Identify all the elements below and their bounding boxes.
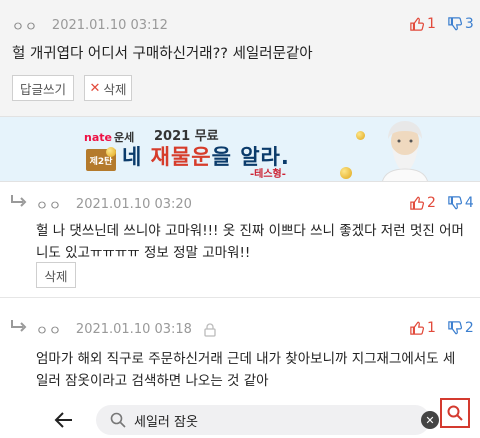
- close-icon: ✕: [89, 80, 101, 96]
- thumbs-down-icon: [448, 196, 462, 210]
- comment-text-line-2: 일러 잠옷이라고 검색하면 나오는 것 같아: [36, 373, 269, 389]
- search-bar: [0, 400, 480, 438]
- upvote-button[interactable]: 1: [410, 320, 436, 336]
- banner-headline-highlight: 재물운: [150, 145, 212, 169]
- downvote-count: 4: [464, 195, 474, 211]
- back-arrow-icon[interactable]: [52, 408, 76, 432]
- upvote-count: 1: [427, 320, 436, 336]
- reply-arrow-icon: [11, 320, 27, 332]
- banner-content: nate 운세 제2탄 2021 무료 네 재물운을 알라. -테스형-: [84, 121, 364, 180]
- downvote-button[interactable]: 2: [448, 320, 474, 336]
- vote-group: 1 3: [410, 16, 474, 32]
- search-box: [96, 405, 430, 435]
- search-icon: [447, 405, 463, 421]
- comment-author: ㅇㅇ: [36, 324, 62, 339]
- comment-meta: ㅇㅇ 2021.01.10 03:18: [36, 320, 216, 339]
- vote-group: 1 2: [410, 320, 474, 336]
- delete-button[interactable]: ✕ 삭제: [84, 75, 132, 101]
- downvote-button[interactable]: 4: [448, 195, 474, 211]
- comment-1: ㅇㅇ 2021.01.10 03:12 1 3 헐 개귀엽다 어디서 구매하신거…: [0, 0, 480, 116]
- coin-decoration: [356, 131, 365, 140]
- thumbs-up-icon: [410, 321, 424, 335]
- comment-meta: ㅇㅇ 2021.01.10 03:20: [36, 195, 192, 214]
- banner-brand-name: nate: [84, 131, 112, 144]
- upvote-button[interactable]: 2: [410, 195, 436, 211]
- comment-text-line-1: 헐 나 댓쓰닌데 쓰니야 고마워!!! 옷 진짜 이쁘다 쓰니 좋겠다 저런 멋…: [36, 223, 464, 239]
- search-input[interactable]: [134, 412, 394, 428]
- search-button[interactable]: [440, 398, 470, 428]
- comment-text-line-2: 니도 있고ㅠㅠㅠㅠ 정보 정말 고마워!!: [36, 245, 251, 261]
- thumbs-up-icon: [410, 17, 424, 31]
- comment-text: 헐 개귀엽다 어디서 구매하신거래?? 세일러문같아: [12, 46, 313, 62]
- lock-icon: [204, 322, 216, 337]
- clear-search-button[interactable]: ✕: [421, 411, 439, 429]
- upvote-button[interactable]: 1: [410, 16, 436, 32]
- socrates-illustration: [382, 121, 428, 181]
- search-icon: [110, 412, 126, 428]
- reply-arrow-icon: [11, 195, 27, 207]
- delete-button-label: 삭제: [44, 268, 68, 284]
- upvote-count: 1: [427, 16, 436, 32]
- comment-text-line-1: 엄마가 해외 직구로 주문하신거래 근데 내가 찾아보니까 지그재그에서도 세: [36, 351, 456, 367]
- delete-button[interactable]: 삭제: [36, 262, 76, 288]
- thumbs-up-icon: [410, 196, 424, 210]
- coin-decoration: [340, 167, 352, 179]
- comment-date: 2021.01.10 03:12: [51, 18, 168, 33]
- thumbs-down-icon: [448, 321, 462, 335]
- reply-button-label: 답글쓰기: [19, 81, 66, 97]
- coin-decoration: [106, 147, 116, 157]
- fortune-banner-ad[interactable]: nate 운세 제2탄 2021 무료 네 재물운을 알라. -테스형-: [0, 116, 480, 182]
- comment-author: ㅇㅇ: [12, 20, 38, 35]
- thumbs-down-icon: [448, 17, 462, 31]
- downvote-button[interactable]: 3: [448, 16, 474, 32]
- vote-group: 2 4: [410, 195, 474, 211]
- delete-button-label: 삭제: [103, 81, 127, 97]
- upvote-count: 2: [427, 195, 436, 211]
- banner-headline-prefix: 네: [122, 145, 151, 169]
- downvote-count: 3: [464, 16, 474, 32]
- comment-date: 2021.01.10 03:18: [75, 322, 192, 337]
- comment-2: ㅇㅇ 2021.01.10 03:20 2 4 헐 나 댓쓰닌데 쓰니야 고마워…: [0, 182, 480, 298]
- reply-button[interactable]: 답글쓰기: [12, 75, 74, 101]
- comment-date: 2021.01.10 03:20: [75, 197, 192, 212]
- downvote-count: 2: [464, 320, 474, 336]
- comment-author: ㅇㅇ: [36, 199, 62, 214]
- banner-subtext: -테스형-: [250, 169, 286, 180]
- comment-meta: ㅇㅇ 2021.01.10 03:12: [12, 16, 168, 35]
